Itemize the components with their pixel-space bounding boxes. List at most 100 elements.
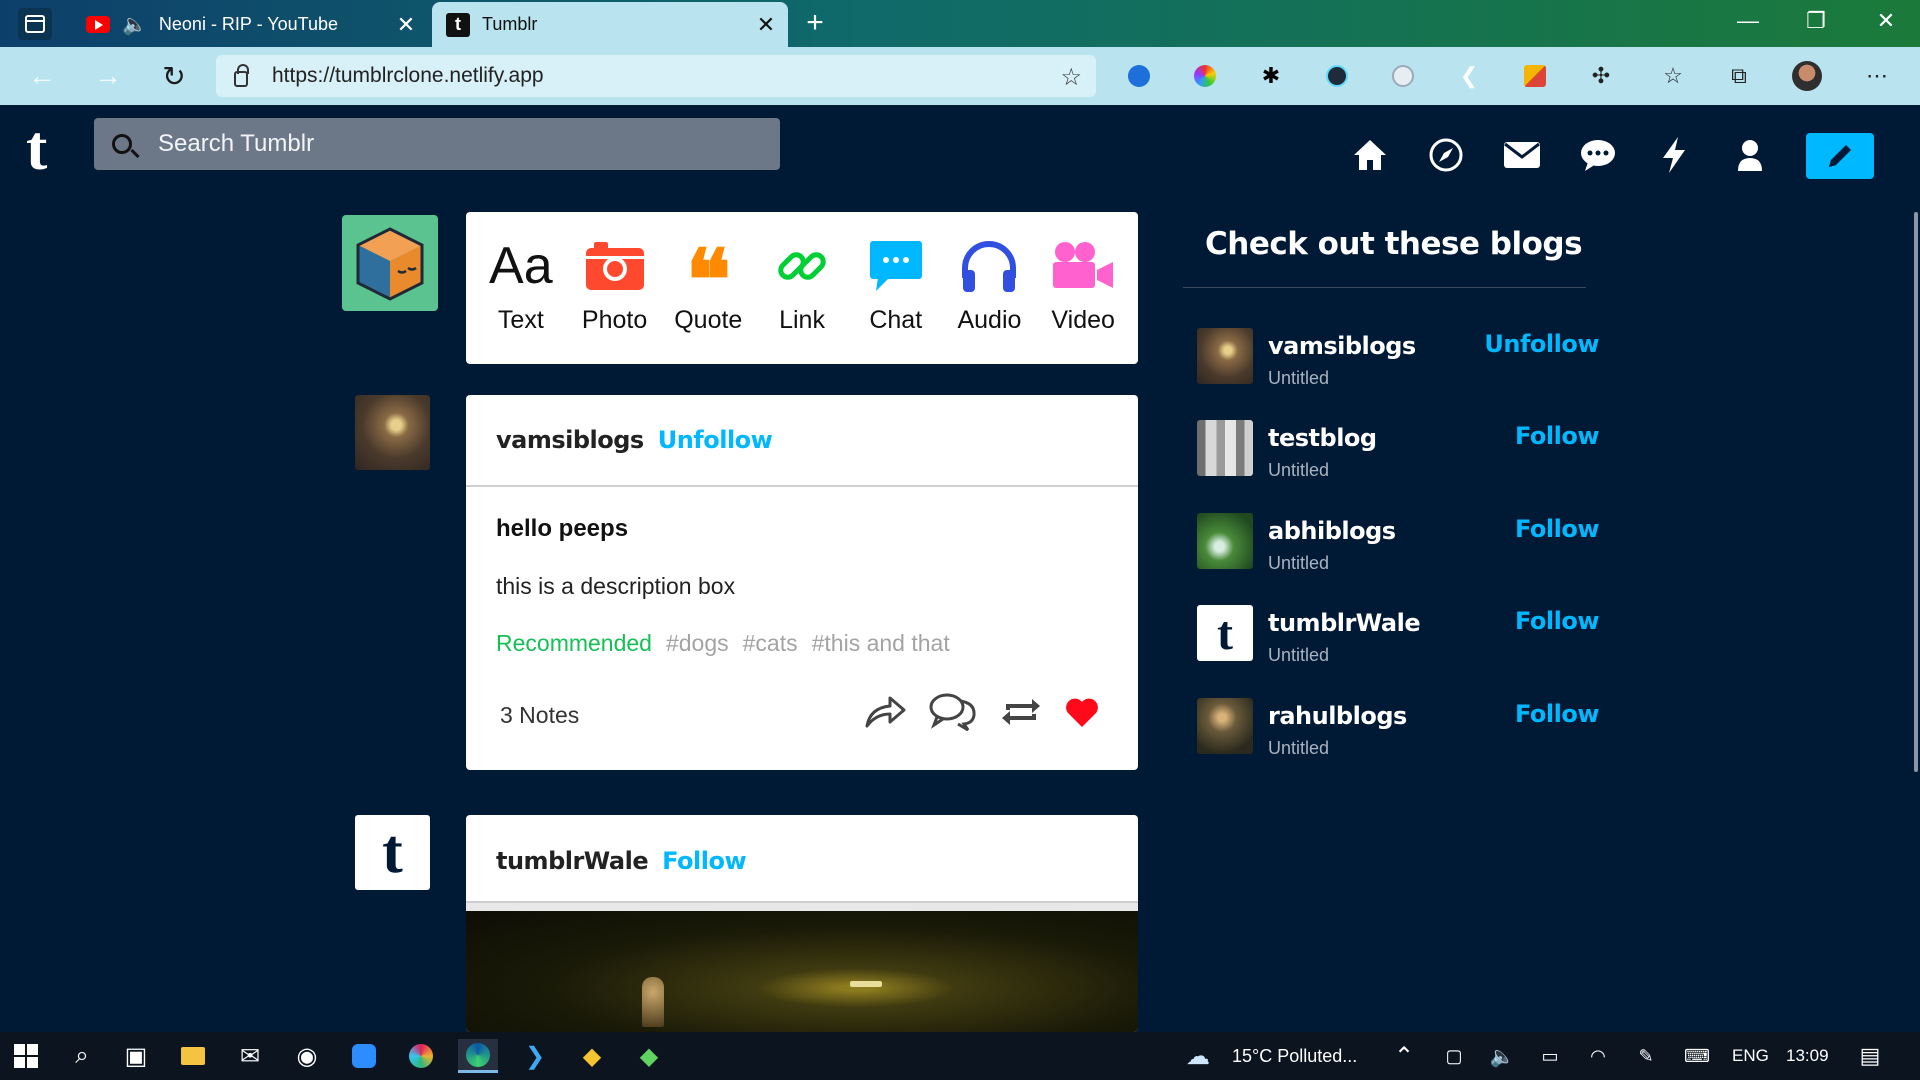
explore-compass-icon[interactable] xyxy=(1426,135,1466,175)
pen-icon[interactable]: ✎ xyxy=(1632,1039,1660,1073)
git-app-icon[interactable]: ◆ xyxy=(572,1039,612,1073)
share-icon[interactable] xyxy=(864,694,906,737)
restore-button[interactable]: ❐ xyxy=(1796,8,1836,34)
weather-text[interactable]: 15°C Polluted... xyxy=(1232,1046,1357,1067)
post-author-avatar[interactable] xyxy=(355,395,430,470)
scrollbar-thumb[interactable] xyxy=(1914,212,1918,772)
windows-start-icon[interactable] xyxy=(6,1039,46,1073)
tag-link[interactable]: #dogs xyxy=(666,630,729,657)
show-hidden-icons-chevron-icon[interactable]: ⌃ xyxy=(1390,1039,1418,1073)
dev-app-icon[interactable]: ◆ xyxy=(629,1039,669,1073)
extension-drop-icon[interactable] xyxy=(1122,59,1156,93)
collections-icon[interactable]: ⧉ xyxy=(1722,59,1756,93)
file-explorer-icon[interactable] xyxy=(173,1039,213,1073)
follow-button[interactable]: Follow xyxy=(1515,607,1600,635)
favorites-icon[interactable]: ☆ xyxy=(1656,59,1690,93)
extension-react-icon[interactable] xyxy=(1320,59,1354,93)
extension-color-wheel-icon[interactable] xyxy=(1188,59,1222,93)
post-type-video[interactable]: Video xyxy=(1036,228,1130,364)
extension-circle-icon[interactable] xyxy=(1386,59,1420,93)
follow-button[interactable]: Follow xyxy=(1515,422,1600,450)
zoom-icon[interactable] xyxy=(344,1039,384,1073)
reply-comments-icon[interactable] xyxy=(928,691,978,740)
lock-icon[interactable] xyxy=(234,64,249,87)
search-input[interactable] xyxy=(158,130,718,158)
post-type-quote[interactable]: ❝ Quote xyxy=(661,228,755,364)
blog-avatar[interactable]: t xyxy=(1197,605,1253,661)
tag-link[interactable]: #this and that xyxy=(812,630,950,657)
blog-avatar[interactable] xyxy=(1197,328,1253,384)
unfollow-button[interactable]: Unfollow xyxy=(1484,330,1599,358)
dashboard-avatar[interactable] xyxy=(342,215,438,311)
blog-avatar[interactable] xyxy=(1197,513,1253,569)
blog-avatar[interactable] xyxy=(1197,420,1253,476)
slack-icon[interactable] xyxy=(401,1039,441,1073)
tab-youtube[interactable]: 🔈 Neoni - RIP - YouTube ✕ xyxy=(72,2,428,47)
language-indicator[interactable]: ENG xyxy=(1732,1046,1769,1066)
post-type-chat[interactable]: Chat xyxy=(849,228,943,364)
volume-icon[interactable]: 🔈 xyxy=(1488,1039,1516,1073)
tumblr-logo[interactable]: t xyxy=(26,111,47,185)
tab-actions-button[interactable] xyxy=(18,8,52,40)
touch-keyboard-icon[interactable]: ⌨ xyxy=(1680,1039,1714,1073)
add-favorite-icon[interactable]: ☆ xyxy=(1060,63,1082,92)
notifications-icon[interactable]: ▤ xyxy=(1852,1039,1888,1073)
reblog-icon[interactable] xyxy=(1000,695,1042,737)
blog-avatar[interactable] xyxy=(1197,698,1253,754)
close-tab-icon[interactable]: ✕ xyxy=(752,12,780,38)
blog-name[interactable]: tumblrWale xyxy=(1268,609,1421,637)
address-bar[interactable]: https://tumblrclone.netlify.app ☆ xyxy=(216,55,1096,97)
messages-icon[interactable] xyxy=(1578,135,1618,175)
back-button[interactable]: ← xyxy=(24,58,60,94)
tab-tumblr[interactable]: t Tumblr ✕ xyxy=(432,2,788,47)
tag-link[interactable]: #cats xyxy=(743,630,798,657)
unfollow-button[interactable]: Unfollow xyxy=(658,426,773,454)
close-tab-icon[interactable]: ✕ xyxy=(392,12,420,38)
search-icon[interactable]: ⌕ xyxy=(62,1039,102,1073)
follow-button[interactable]: Follow xyxy=(662,847,747,875)
post-type-text[interactable]: Aa Text xyxy=(474,228,568,364)
post-type-photo[interactable]: Photo xyxy=(568,228,662,364)
mail-icon[interactable]: ✉ xyxy=(230,1039,270,1073)
like-heart-icon[interactable] xyxy=(1064,695,1100,737)
app-circle-icon[interactable]: ◉ xyxy=(287,1039,327,1073)
blog-name[interactable]: vamsiblogs xyxy=(1268,332,1416,360)
notes-count[interactable]: 3 Notes xyxy=(500,702,579,729)
meet-now-icon[interactable]: ▢ xyxy=(1440,1039,1468,1073)
more-menu-icon[interactable]: ⋯ xyxy=(1860,59,1894,93)
post-username[interactable]: tumblrWale xyxy=(496,847,649,875)
post-author-avatar[interactable]: t xyxy=(355,815,430,890)
url-text[interactable]: https://tumblrclone.netlify.app xyxy=(272,64,544,88)
edge-browser-icon[interactable] xyxy=(458,1039,498,1073)
inbox-mail-icon[interactable] xyxy=(1502,135,1542,175)
extension-arrow-icon[interactable]: ❮ xyxy=(1452,59,1486,93)
blog-name[interactable]: abhiblogs xyxy=(1268,517,1396,545)
activity-lightning-icon[interactable] xyxy=(1654,135,1694,175)
weather-cloud-icon[interactable]: ☁ xyxy=(1180,1039,1216,1073)
close-window-button[interactable]: ✕ xyxy=(1866,8,1906,34)
follow-button[interactable]: Follow xyxy=(1515,700,1600,728)
extension-bug-icon[interactable]: ✱ xyxy=(1254,59,1288,93)
vscode-icon[interactable]: ❯ xyxy=(515,1039,555,1073)
extensions-puzzle-icon[interactable]: ✣ xyxy=(1584,59,1618,93)
search-box[interactable] xyxy=(94,118,780,170)
blog-name[interactable]: rahulblogs xyxy=(1268,702,1407,730)
reload-button[interactable]: ↻ xyxy=(156,58,192,94)
task-view-icon[interactable]: ▣ xyxy=(116,1039,156,1073)
wifi-icon[interactable]: ◠ xyxy=(1584,1039,1612,1073)
forward-button[interactable]: → xyxy=(90,58,126,94)
post-type-audio[interactable]: Audio xyxy=(943,228,1037,364)
account-person-icon[interactable] xyxy=(1730,135,1770,175)
post-username[interactable]: vamsiblogs xyxy=(496,426,644,454)
blog-name[interactable]: testblog xyxy=(1268,424,1377,452)
home-icon[interactable] xyxy=(1350,135,1390,175)
profile-avatar[interactable] xyxy=(1790,59,1824,93)
speaker-icon[interactable]: 🔈 xyxy=(122,12,147,37)
follow-button[interactable]: Follow xyxy=(1515,515,1600,543)
extension-colors-icon[interactable] xyxy=(1518,59,1552,93)
post-type-link[interactable]: Link xyxy=(755,228,849,364)
new-tab-button[interactable]: + xyxy=(800,6,830,40)
compose-button[interactable] xyxy=(1806,133,1874,179)
minimize-button[interactable]: — xyxy=(1728,8,1768,34)
battery-icon[interactable]: ▭ xyxy=(1536,1039,1564,1073)
